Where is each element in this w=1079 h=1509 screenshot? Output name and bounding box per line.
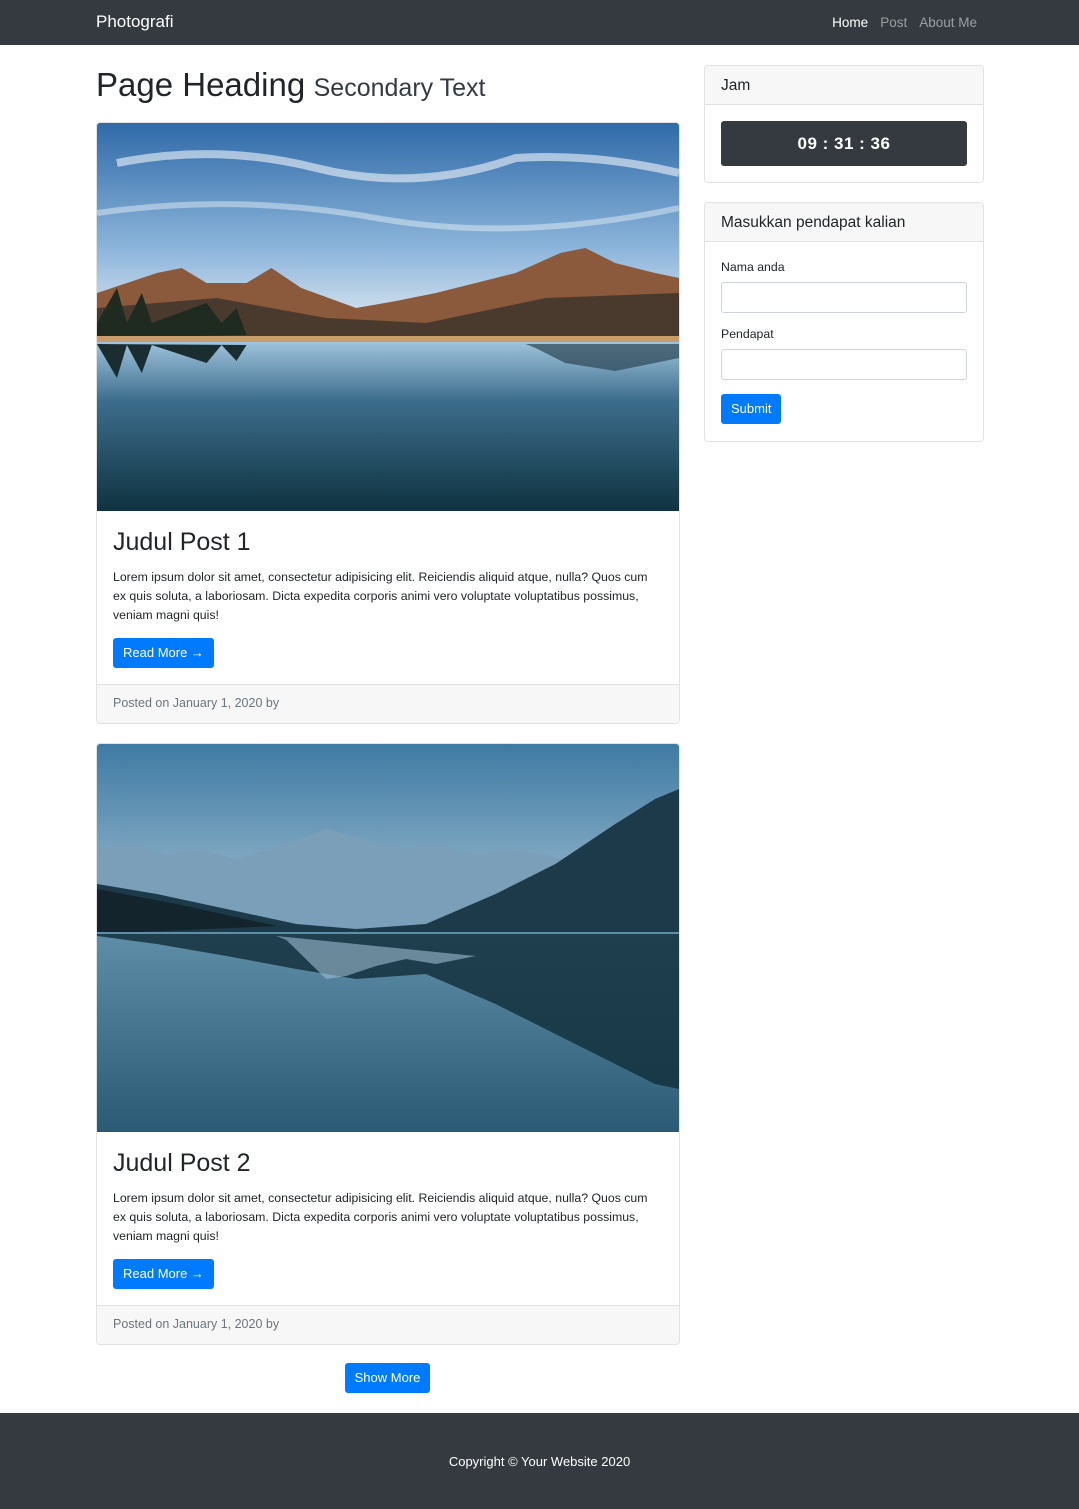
nav-link-post[interactable]: Post [880, 15, 907, 30]
brand-link[interactable]: Photografi [96, 12, 174, 32]
post-card: Judul Post 2 Lorem ipsum dolor sit amet,… [96, 743, 680, 1345]
show-more-button[interactable]: Show More [345, 1363, 430, 1393]
post-footer: Posted on January 1, 2020 by [97, 683, 679, 723]
copyright-text: Copyright © Your Website 2020 [448, 1454, 631, 1469]
page-footer: Copyright © Your Website 2020 [0, 1413, 1079, 1509]
clock-display: 09 : 31 : 36 [721, 121, 967, 166]
post-excerpt: Lorem ipsum dolor sit amet, consectetur … [113, 569, 648, 622]
nav-link-home[interactable]: Home [832, 15, 868, 30]
post-image-mountain-lake [97, 123, 679, 511]
name-input[interactable] [721, 282, 967, 313]
page-subtitle: Secondary Text [313, 74, 486, 102]
post-title: Judul Post 2 [113, 1149, 251, 1177]
name-label: Nama anda [721, 260, 785, 274]
navbar: Photografi Home Post About Me [0, 0, 1079, 45]
post-body: Judul Post 2 Lorem ipsum dolor sit amet,… [97, 1132, 679, 1305]
opinion-label: Pendapat [721, 327, 774, 341]
post-image-mountain-reflection [97, 744, 679, 1132]
read-more-button[interactable]: Read More → [113, 637, 214, 668]
clock-widget: Jam 09 : 31 : 36 [704, 65, 984, 183]
submit-button[interactable]: Submit [721, 394, 782, 424]
post-footer: Posted on January 1, 2020 by [97, 1304, 679, 1344]
nav-links: Home Post About Me [832, 15, 977, 30]
post-excerpt: Lorem ipsum dolor sit amet, consectetur … [113, 1190, 648, 1243]
read-more-button[interactable]: Read More → [113, 1258, 214, 1289]
post-title: Judul Post 1 [113, 528, 251, 556]
opinion-input[interactable] [721, 349, 967, 380]
page-title: Page Heading [96, 66, 306, 103]
post-card: Judul Post 1 Lorem ipsum dolor sit amet,… [96, 122, 680, 724]
clock-widget-title: Jam [705, 66, 983, 105]
post-body: Judul Post 1 Lorem ipsum dolor sit amet,… [97, 511, 679, 684]
opinion-form-widget: Masukkan pendapat kalian Nama anda Penda… [704, 202, 984, 442]
form-widget-title: Masukkan pendapat kalian [705, 203, 983, 242]
nav-link-about-me[interactable]: About Me [919, 15, 977, 30]
page-heading: Page Heading Secondary Text [96, 66, 486, 104]
